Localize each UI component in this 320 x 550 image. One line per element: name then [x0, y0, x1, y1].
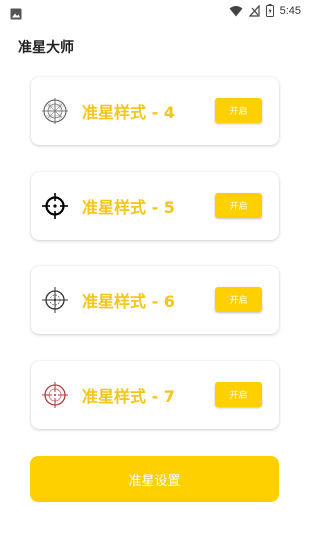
enable-button[interactable]: 开启 [215, 382, 262, 407]
crosshair-card-7: 准星样式 - 7 开启 [31, 361, 279, 429]
signal-icon [248, 2, 260, 21]
status-time: 5:45 [279, 5, 301, 17]
crosshair-red-icon [41, 381, 69, 409]
page-title: 准星大师 [18, 40, 74, 56]
crosshair-label: 准星样式 - 4 [82, 103, 175, 122]
image-icon [10, 5, 22, 20]
crosshair-card-5: 准星样式 - 5 开启 [31, 172, 279, 240]
crosshair-grid-icon [41, 97, 69, 125]
status-bar: 5:45 [0, 0, 309, 24]
crosshair-label: 准星样式 - 7 [82, 387, 175, 406]
battery-icon [265, 2, 274, 21]
crosshair-label: 准星样式 - 6 [82, 292, 175, 311]
enable-button[interactable]: 开启 [215, 98, 262, 123]
crosshair-dotted-icon [41, 286, 69, 314]
crosshair-bold-icon [41, 192, 69, 220]
enable-button[interactable]: 开启 [215, 287, 262, 312]
crosshair-label: 准星样式 - 5 [82, 198, 175, 217]
enable-button[interactable]: 开启 [215, 193, 262, 218]
crosshair-settings-button[interactable]: 准星设置 [30, 456, 279, 502]
crosshair-card-6: 准星样式 - 6 开启 [31, 266, 279, 334]
wifi-icon [229, 2, 243, 21]
crosshair-card-4: 准星样式 - 4 开启 [31, 77, 279, 145]
